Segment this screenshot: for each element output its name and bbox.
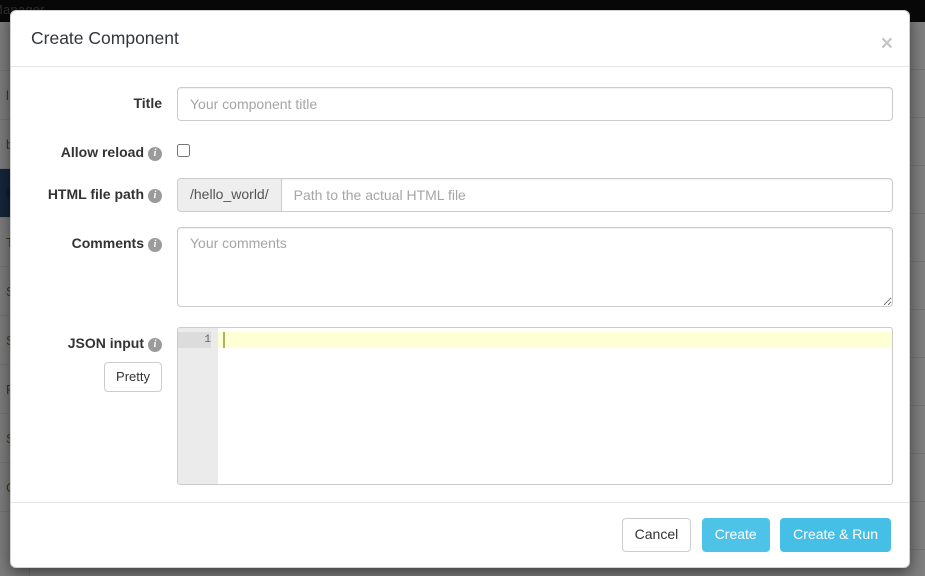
close-icon[interactable]: × [881,33,893,54]
html-file-path-input[interactable] [280,177,893,212]
info-icon[interactable]: i [148,146,162,161]
json-code-editor[interactable]: 1 [177,326,893,485]
html-file-path-label-text: HTML file path [47,185,144,202]
modal-header: Create Component × [11,11,909,67]
form-group-json-input: JSON input i Pretty 1 [26,326,894,485]
pretty-button[interactable]: Pretty [104,361,162,393]
html-file-path-control: /hello_world/ [177,177,894,212]
info-icon[interactable]: i [148,188,162,203]
modal-body: Title Allow reload i HTML file path i /hel… [11,67,909,502]
editor-caret [223,331,225,348]
create-and-run-button[interactable]: Create & Run [780,518,891,552]
json-input-label: JSON input i Pretty [26,327,177,485]
allow-reload-control [177,136,894,163]
cancel-button[interactable]: Cancel [621,518,692,552]
title-control [177,86,894,121]
allow-reload-checkbox[interactable] [177,144,190,158]
json-input-label-row: JSON input i [68,334,162,354]
form-group-title: Title [26,86,894,121]
editor-code-area[interactable] [218,328,892,484]
modal-title: Create Component [31,28,179,48]
comments-label: Comments i [26,227,177,312]
title-input[interactable] [177,86,893,121]
info-icon[interactable]: i [148,337,162,352]
allow-reload-label-text: Allow reload [60,143,144,160]
comments-textarea[interactable] [177,226,893,307]
editor-line-number: 1 [178,331,211,348]
json-input-control: 1 [177,326,894,485]
info-icon[interactable]: i [148,237,162,252]
form-group-comments: Comments i [26,226,894,312]
form-group-allow-reload: Allow reload i [26,136,894,163]
html-file-path-input-group: /hello_world/ [177,177,893,212]
modal-footer: Cancel Create Create & Run [11,502,909,567]
html-file-path-label: HTML file path i [26,178,177,212]
comments-label-text: Comments [71,234,144,251]
json-input-label-text: JSON input [67,334,144,351]
title-label-text: Title [133,94,162,111]
html-file-path-prefix: /hello_world/ [177,177,281,212]
create-component-modal: Create Component × Title Allow reload i H… [10,10,910,568]
editor-gutter: 1 [178,327,218,484]
comments-control [177,226,894,312]
allow-reload-label: Allow reload i [26,136,177,163]
editor-active-line-highlight [218,331,892,348]
title-label: Title [26,87,177,121]
form-group-html-file-path: HTML file path i /hello_world/ [26,177,894,212]
create-button[interactable]: Create [701,518,770,552]
